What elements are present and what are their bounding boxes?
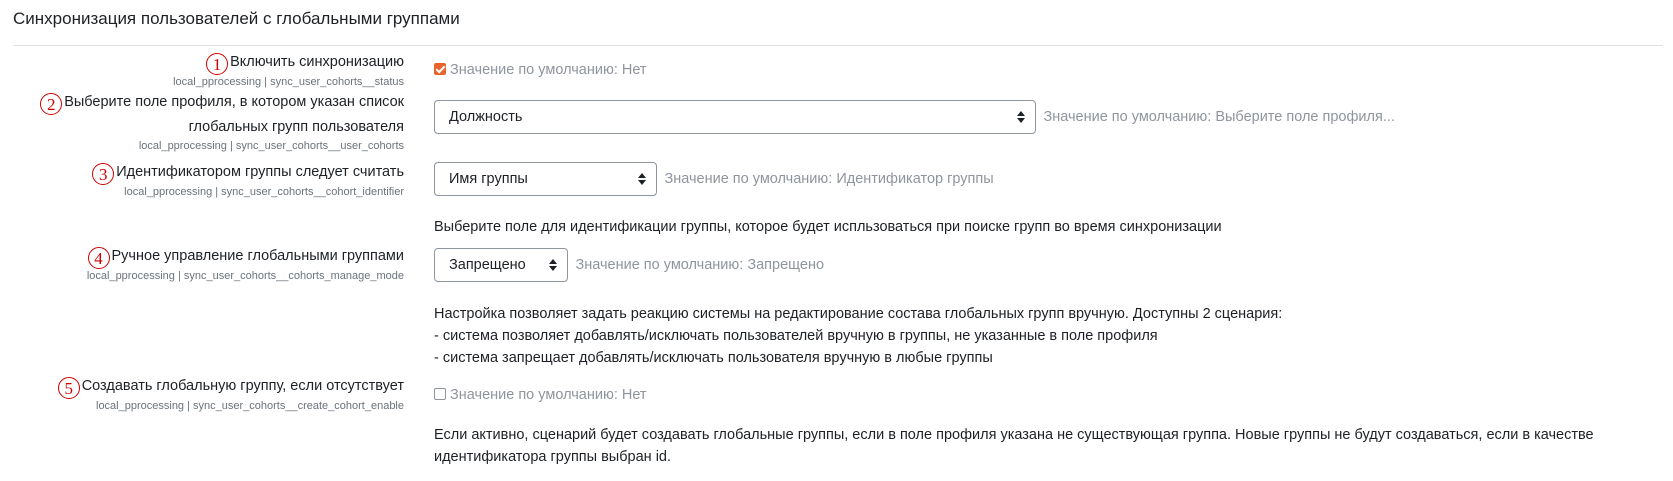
description-line: Настройка позволяет задать реакцию систе… <box>434 306 1283 322</box>
setting-key: local_pprocessing | sync_user_cohorts__s… <box>173 76 404 88</box>
setting-description: Выберите поле для идентификации группы, … <box>434 219 1222 235</box>
setting-control: Значение по умолчанию: Нет <box>434 61 647 79</box>
chevron-up-down-icon <box>1017 111 1025 123</box>
setting-description: Настройка позволяет задать реакцию систе… <box>434 303 1282 369</box>
setting-key: local_pprocessing | sync_user_cohorts__c… <box>124 186 404 198</box>
setting-label-group: 5 Создавать глобальную группу, если отсут… <box>4 376 404 414</box>
cohorts-manage-mode-select[interactable]: Запрещено <box>434 248 568 282</box>
description-line: Если активно, сценарий будет создавать г… <box>434 427 1594 443</box>
chevron-up-down-icon <box>638 173 646 185</box>
setting-key: local_pprocessing | sync_user_cohorts__c… <box>96 400 404 412</box>
default-value: Значение по умолчанию: Идентификатор гру… <box>664 171 994 188</box>
annotation-number: 3 <box>92 163 115 185</box>
default-value: Значение по умолчанию: Запрещено <box>575 257 825 274</box>
default-value: Значение по умолчанию: Нет <box>450 387 647 403</box>
setting-key: local_pprocessing | sync_user_cohorts__u… <box>138 140 404 152</box>
divider <box>13 45 1663 46</box>
setting-label-group: 4 Ручное управление глобальными группами … <box>4 246 404 284</box>
description-line: - система позволяет добавлять/исключать … <box>434 328 1158 344</box>
setting-label: 2 Выберите поле профиля, в котором указан… <box>4 92 404 115</box>
default-value: Значение по умолчанию: Нет <box>450 62 647 78</box>
chevron-up-down-icon <box>549 259 557 271</box>
annotation-number: 1 <box>206 53 229 75</box>
page-title: Синхронизация пользователей с глобальным… <box>13 9 460 28</box>
annotation-number: 4 <box>87 247 110 269</box>
setting-label-group: 1 Включить синхронизацию local_pprocessin… <box>4 52 404 90</box>
setting-control: Запрещено Значение по умолчанию: Запреще… <box>434 248 824 282</box>
setting-label-group: 2 Выберите поле профиля, в котором указан… <box>4 92 404 154</box>
default-value: Значение по умолчанию: Выберите поле про… <box>1043 109 1395 126</box>
setting-label: 4 Ручное управление глобальными группами <box>4 246 404 269</box>
annotation-number: 2 <box>40 93 63 115</box>
setting-label-line2: глобальных групп пользователя <box>188 119 404 135</box>
setting-label-group: 3 Идентификатором группы следует считать … <box>4 162 404 200</box>
setting-key: local_pprocessing | sync_user_cohorts__c… <box>86 270 404 282</box>
setting-label: 3 Идентификатором группы следует считать <box>4 162 404 185</box>
setting-control: Должность Значение по умолчанию: Выберит… <box>434 100 1395 134</box>
setting-description: Если активно, сценарий будет создавать г… <box>434 424 1594 468</box>
user-cohorts-select[interactable]: Должность <box>434 100 1036 134</box>
setting-label: 5 Создавать глобальную группу, если отсут… <box>4 376 404 399</box>
setting-label: 1 Включить синхронизацию <box>4 52 404 75</box>
create-cohort-checkbox[interactable] <box>434 388 446 400</box>
description-line: идентификатора группы выбран id. <box>434 449 672 465</box>
annotation-number: 5 <box>57 377 80 399</box>
sync-status-checkbox[interactable] <box>434 63 446 75</box>
cohort-identifier-select[interactable]: Имя группы <box>434 162 657 196</box>
description-line: - система запрещает добавлять/исключать … <box>434 350 993 366</box>
setting-control: Значение по умолчанию: Нет <box>434 386 647 404</box>
setting-control: Имя группы Значение по умолчанию: Иденти… <box>434 162 994 196</box>
